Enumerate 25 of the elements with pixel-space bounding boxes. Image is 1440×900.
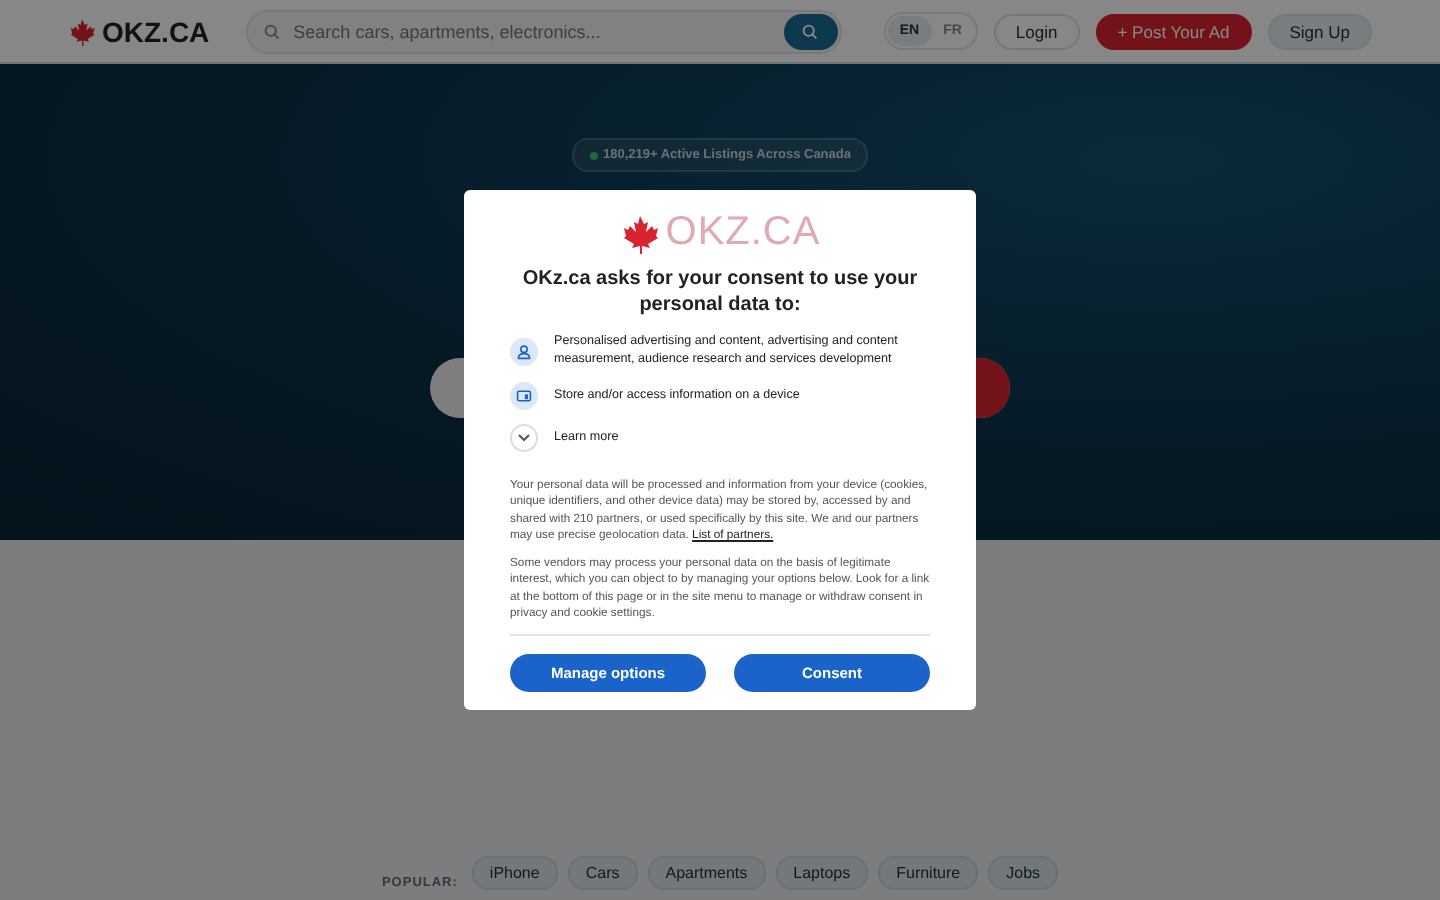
popular-tag[interactable]: Jobs <box>988 856 1059 890</box>
popular-tag[interactable]: Cars <box>567 856 638 890</box>
search-button[interactable] <box>783 13 838 49</box>
device-icon <box>516 388 532 404</box>
chevron-icon <box>518 434 530 442</box>
sign-up-button[interactable]: Sign Up <box>1267 13 1372 49</box>
search-field[interactable]: Search cars, apartments, electronics... <box>289 19 774 43</box>
maple-leaf-icon <box>619 213 660 253</box>
search-icon <box>802 23 819 39</box>
search-bar[interactable]: Search cars, apartments, electronics... <box>245 9 842 53</box>
post-ad-button[interactable]: + Post Your Ad <box>1095 13 1252 49</box>
status-dot <box>589 151 597 159</box>
popular-tag[interactable]: Apartments <box>647 856 766 890</box>
dialog-logo-text: OKZ.CA <box>665 210 821 256</box>
popular-tag[interactable]: Laptops <box>775 856 869 890</box>
person-icon <box>516 343 532 359</box>
logo-text: OKZ.CA <box>102 15 210 47</box>
login-button[interactable]: Login <box>993 13 1080 49</box>
popular-tag[interactable]: iPhone <box>471 856 558 890</box>
popular-tag[interactable]: Furniture <box>878 856 979 890</box>
search-icon <box>263 23 280 39</box>
maple-leaf-icon <box>68 17 96 45</box>
dialog-title: OKz.ca asks for your consent to use your personal data to: <box>520 266 920 318</box>
expand-button[interactable] <box>510 424 538 452</box>
site-logo[interactable]: OKZ.CA <box>68 15 210 47</box>
